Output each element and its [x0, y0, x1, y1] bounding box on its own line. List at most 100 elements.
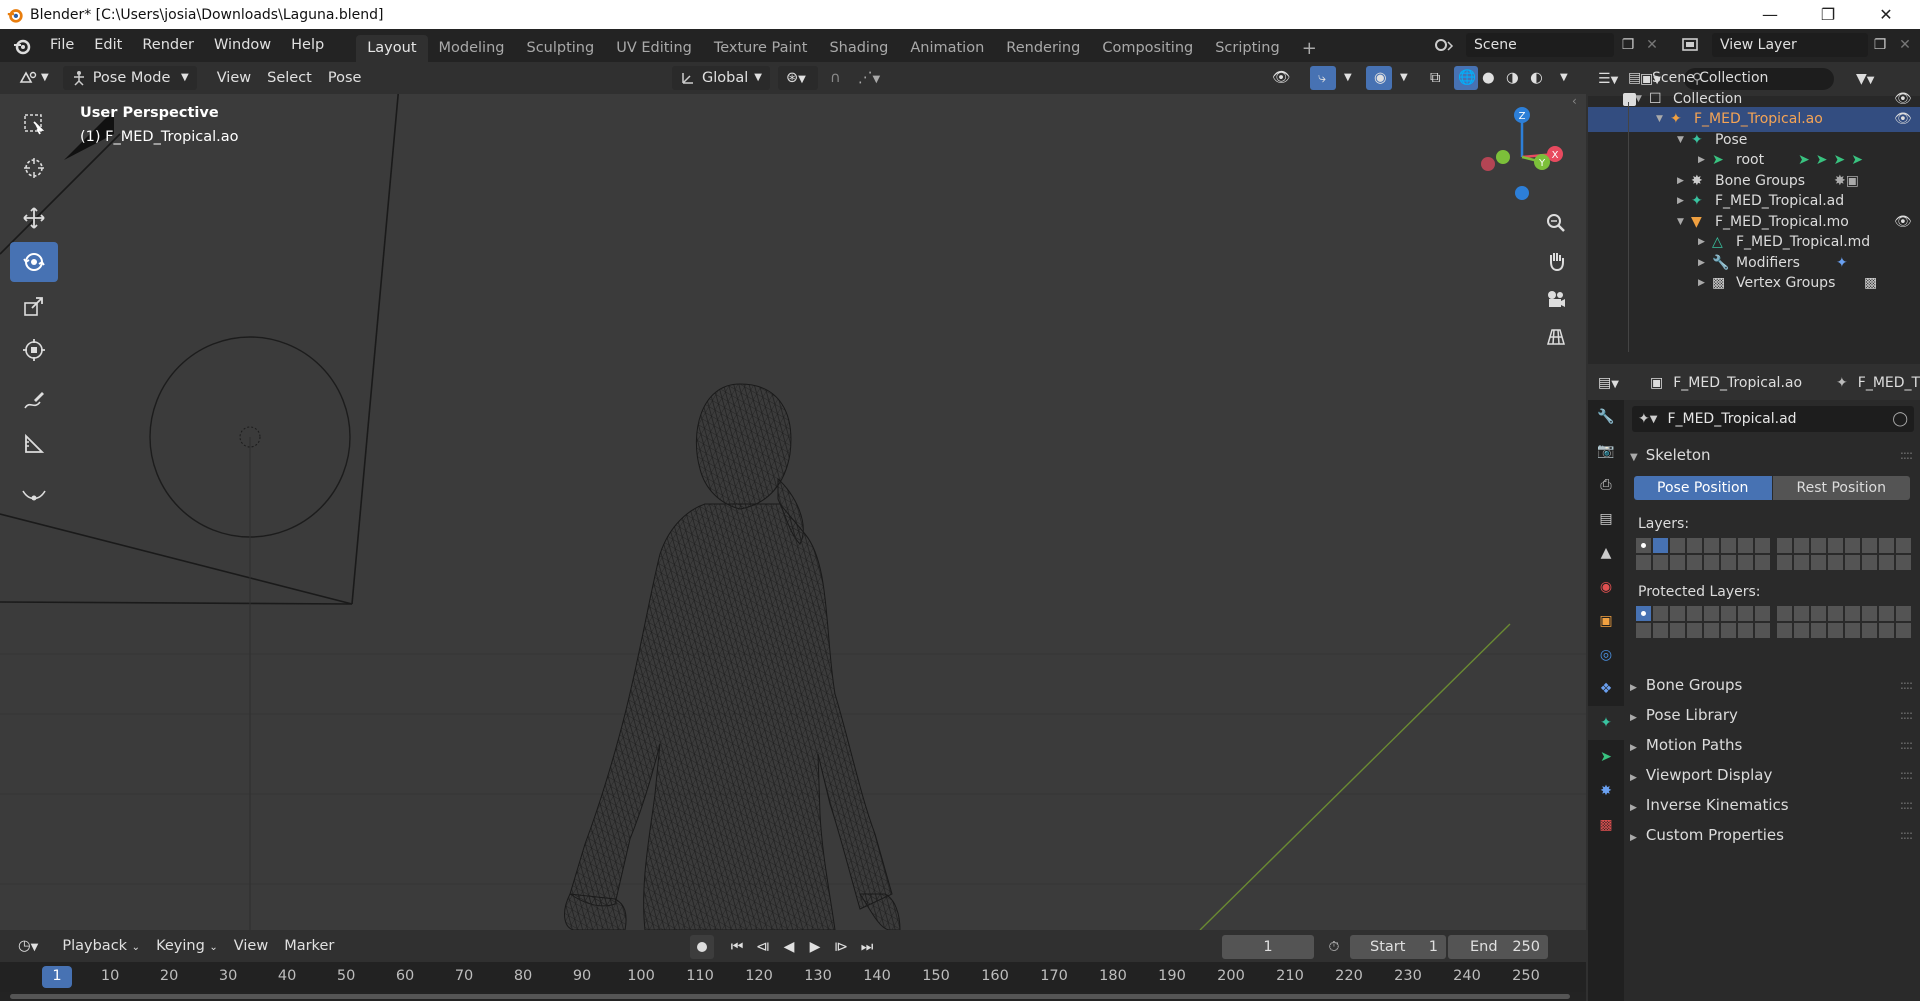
- drag-grip-icon[interactable]: ::::: [1900, 828, 1913, 842]
- layer-cell[interactable]: [1687, 606, 1702, 621]
- prev-keyframe-icon[interactable]: ⧏: [750, 935, 776, 959]
- panel-header-inverse-kinematics[interactable]: ▶ Inverse Kinematics: [1630, 796, 1789, 814]
- menu-edit[interactable]: Edit: [84, 29, 132, 62]
- layer-cell[interactable]: [1670, 606, 1685, 621]
- tab-layout[interactable]: Layout: [356, 35, 428, 62]
- layer-cell[interactable]: [1738, 606, 1753, 621]
- layer-cell[interactable]: [1670, 623, 1685, 638]
- tab-object[interactable]: ▣: [1588, 604, 1624, 638]
- tab-world[interactable]: ◉: [1588, 570, 1624, 604]
- layer-cell[interactable]: [1670, 555, 1685, 570]
- layer-cell[interactable]: [1670, 538, 1685, 553]
- tab-compositing[interactable]: Compositing: [1091, 35, 1204, 62]
- layer-cell[interactable]: [1738, 623, 1753, 638]
- layer-cell[interactable]: [1738, 538, 1753, 553]
- layer-cell[interactable]: [1845, 623, 1860, 638]
- cursor-tool[interactable]: [10, 148, 58, 188]
- layer-cell[interactable]: [1845, 555, 1860, 570]
- layer-cell[interactable]: [1636, 555, 1651, 570]
- layer-cell[interactable]: [1704, 623, 1719, 638]
- editor-type-button[interactable]: ▼: [10, 66, 57, 90]
- layer-cell[interactable]: [1879, 606, 1894, 621]
- tab-modeling[interactable]: Modeling: [428, 35, 516, 62]
- outliner[interactable]: ☰▼ ▣▼ ⚲ ▼▼ ▤ Scene Collection ▼ ☐ Collection…: [1588, 62, 1920, 364]
- menu-render[interactable]: Render: [132, 29, 204, 62]
- layer-cell[interactable]: [1862, 555, 1877, 570]
- tab-physics[interactable]: ◎: [1588, 638, 1624, 672]
- close-icon[interactable]: ✕: [1857, 0, 1915, 29]
- measure-tool[interactable]: [10, 424, 58, 464]
- snap-target-dropdown[interactable]: ⋰▼: [850, 66, 890, 90]
- scale-tool[interactable]: [10, 286, 58, 326]
- layer-cell[interactable]: [1879, 538, 1894, 553]
- layer-cell[interactable]: [1845, 538, 1860, 553]
- tab-scene[interactable]: ▲: [1588, 536, 1624, 570]
- layer-cell[interactable]: [1896, 623, 1911, 638]
- layer-cell[interactable]: [1687, 623, 1702, 638]
- zoom-icon[interactable]: [1539, 206, 1573, 240]
- protected-layers-grid-left[interactable]: [1636, 606, 1770, 638]
- layer-cell[interactable]: [1879, 555, 1894, 570]
- tab-shading[interactable]: Shading: [818, 35, 899, 62]
- layer-cell[interactable]: [1794, 606, 1809, 621]
- layer-cell[interactable]: [1777, 538, 1792, 553]
- layer-cell[interactable]: [1828, 623, 1843, 638]
- bone-envelope-tool[interactable]: [10, 474, 58, 514]
- timeline-menu-keying[interactable]: Keying ⌄: [148, 934, 226, 958]
- drag-grip-icon[interactable]: ::::: [1900, 738, 1913, 752]
- protected-layers-grid-right[interactable]: [1777, 606, 1911, 638]
- layer-cell[interactable]: [1687, 538, 1702, 553]
- layer-cell[interactable]: [1862, 538, 1877, 553]
- rest-position-button[interactable]: Rest Position: [1772, 476, 1910, 500]
- layer-cell[interactable]: [1704, 606, 1719, 621]
- layer-cell[interactable]: [1721, 555, 1736, 570]
- layer-cell[interactable]: [1811, 555, 1826, 570]
- gizmo-toggle-icon[interactable]: ⤷: [1310, 66, 1336, 90]
- sidebar-toggle-icon[interactable]: ‹: [1572, 94, 1586, 114]
- drag-grip-icon[interactable]: ::::: [1900, 768, 1913, 782]
- fake-user-shield-icon[interactable]: ◯: [1892, 411, 1908, 427]
- timeline-menu-marker[interactable]: Marker: [276, 934, 342, 958]
- tab-texture[interactable]: ▩: [1588, 808, 1624, 842]
- new-scene-icon[interactable]: ❐: [1616, 33, 1640, 57]
- play-reverse-icon[interactable]: ◀: [776, 935, 802, 959]
- properties-editor-type-button[interactable]: ▤▼: [1598, 372, 1634, 394]
- layer-cell[interactable]: [1794, 555, 1809, 570]
- start-frame-field[interactable]: Start 1: [1350, 935, 1446, 959]
- panel-header-pose-library[interactable]: ▶ Pose Library: [1630, 706, 1738, 724]
- layer-cell[interactable]: [1653, 555, 1668, 570]
- camera-view-icon[interactable]: [1539, 282, 1573, 316]
- layer-cell[interactable]: [1828, 555, 1843, 570]
- object-visibility-dropdown[interactable]: 👁▼: [1264, 66, 1304, 109]
- wireframe-shading-icon[interactable]: 🌐: [1454, 66, 1478, 90]
- shading-dropdown[interactable]: ▼: [1552, 66, 1574, 90]
- layer-cell[interactable]: [1777, 606, 1792, 621]
- layer-cell[interactable]: [1755, 555, 1770, 570]
- panel-header-motion-paths[interactable]: ▶ Motion Paths: [1630, 736, 1742, 754]
- tab-texture-paint[interactable]: Texture Paint: [703, 35, 819, 62]
- layer-cell[interactable]: [1879, 623, 1894, 638]
- menu-file[interactable]: File: [40, 29, 84, 62]
- layer-cell[interactable]: [1896, 555, 1911, 570]
- rotate-tool[interactable]: [10, 242, 58, 282]
- layer-cell[interactable]: [1636, 538, 1651, 553]
- layer-cell[interactable]: [1845, 606, 1860, 621]
- armature-data-selector[interactable]: ✦ ▼ F_MED_Tropical.ad ◯: [1632, 406, 1914, 432]
- layer-cell[interactable]: [1721, 606, 1736, 621]
- scene-name-field[interactable]: Scene: [1466, 33, 1614, 57]
- material-shading-icon[interactable]: ◑: [1502, 66, 1526, 90]
- remove-view-layer-icon[interactable]: ✕: [1894, 33, 1916, 57]
- drag-grip-icon[interactable]: ::::: [1900, 798, 1913, 812]
- layer-cell[interactable]: [1738, 555, 1753, 570]
- layer-cell[interactable]: [1777, 623, 1792, 638]
- timeline-menu-view[interactable]: View: [226, 934, 276, 958]
- layer-cell[interactable]: [1828, 538, 1843, 553]
- timeline-scroll-thumb[interactable]: [10, 994, 1570, 999]
- drag-grip-icon[interactable]: ::::: [1900, 448, 1913, 462]
- viewport-menu-view[interactable]: View: [209, 66, 259, 90]
- viewport-menu-pose[interactable]: Pose: [320, 66, 370, 90]
- panel-header-bone-groups[interactable]: ▶ Bone Groups: [1630, 676, 1742, 694]
- 3d-viewport[interactable]: User Perspective (1) F_MED_Tropical.ao Z…: [0, 94, 1586, 930]
- layer-cell[interactable]: [1636, 623, 1651, 638]
- layer-cell[interactable]: [1704, 538, 1719, 553]
